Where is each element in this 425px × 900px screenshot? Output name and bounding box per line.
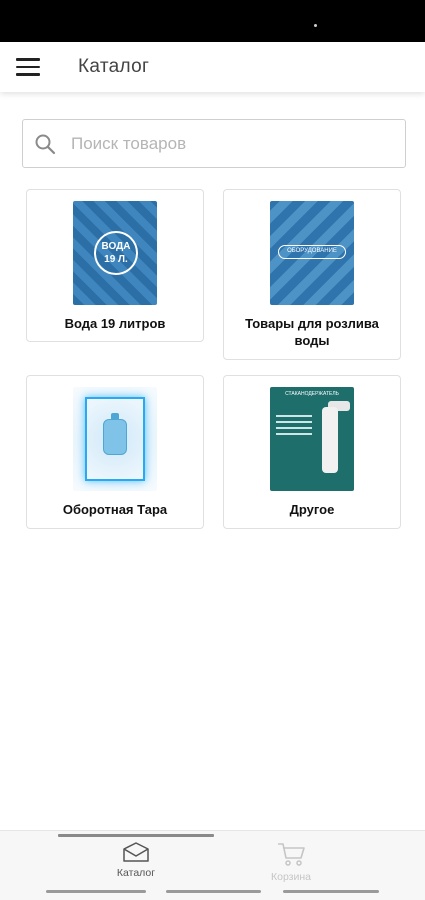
search-icon[interactable] xyxy=(23,120,67,167)
system-nav-recents[interactable] xyxy=(46,890,146,893)
active-tab-indicator xyxy=(58,834,214,837)
search-input[interactable] xyxy=(71,133,391,154)
water-bottles-image: ВОДА 19 Л. xyxy=(73,201,157,305)
cup-holder-image: СТАКАНОДЕРЖАТЕЛЬ xyxy=(270,387,354,491)
system-nav-back[interactable] xyxy=(283,890,379,893)
tab-cart[interactable]: Корзина xyxy=(221,841,361,891)
equipment-image: ОБОРУДОВАНИЕ xyxy=(270,201,354,305)
water-badge: ВОДА 19 Л. xyxy=(94,231,138,275)
status-dot xyxy=(314,24,317,27)
category-card-other[interactable]: СТАКАНОДЕРЖАТЕЛЬ Другое xyxy=(223,375,401,529)
catalog-icon xyxy=(123,842,149,862)
description-lines xyxy=(276,415,312,417)
category-label: Другое xyxy=(289,502,335,517)
category-card-returnable[interactable]: Оборотная Тара xyxy=(26,375,204,529)
category-label: Оборотная Тара xyxy=(62,502,168,517)
bottle-icon xyxy=(103,419,127,455)
cart-icon xyxy=(278,843,305,866)
category-card-water[interactable]: ВОДА 19 Л. Вода 19 литров xyxy=(26,189,204,342)
search-box[interactable] xyxy=(22,119,406,168)
tab-catalog[interactable]: Каталог xyxy=(66,841,206,891)
cup-holder-title: СТАКАНОДЕРЖАТЕЛЬ xyxy=(285,391,339,397)
category-label: Вода 19 литров xyxy=(64,316,166,331)
equipment-banner: ОБОРУДОВАНИЕ xyxy=(278,245,346,259)
tab-catalog-label: Каталог xyxy=(116,867,156,879)
status-bar xyxy=(0,0,425,42)
tab-cart-label: Корзина xyxy=(271,871,311,883)
menu-button[interactable] xyxy=(0,42,56,92)
page-title: Каталог xyxy=(78,56,150,77)
category-label: Товары для розлива воды xyxy=(245,316,379,348)
menu-icon xyxy=(16,58,40,76)
cup-holder-icon xyxy=(322,407,338,473)
system-nav-home[interactable] xyxy=(166,890,261,893)
returnable-bottle-image xyxy=(73,387,157,491)
category-card-equipment[interactable]: ОБОРУДОВАНИЕ Товары для розлива воды xyxy=(223,189,401,360)
app-bar: Каталог xyxy=(0,42,425,92)
